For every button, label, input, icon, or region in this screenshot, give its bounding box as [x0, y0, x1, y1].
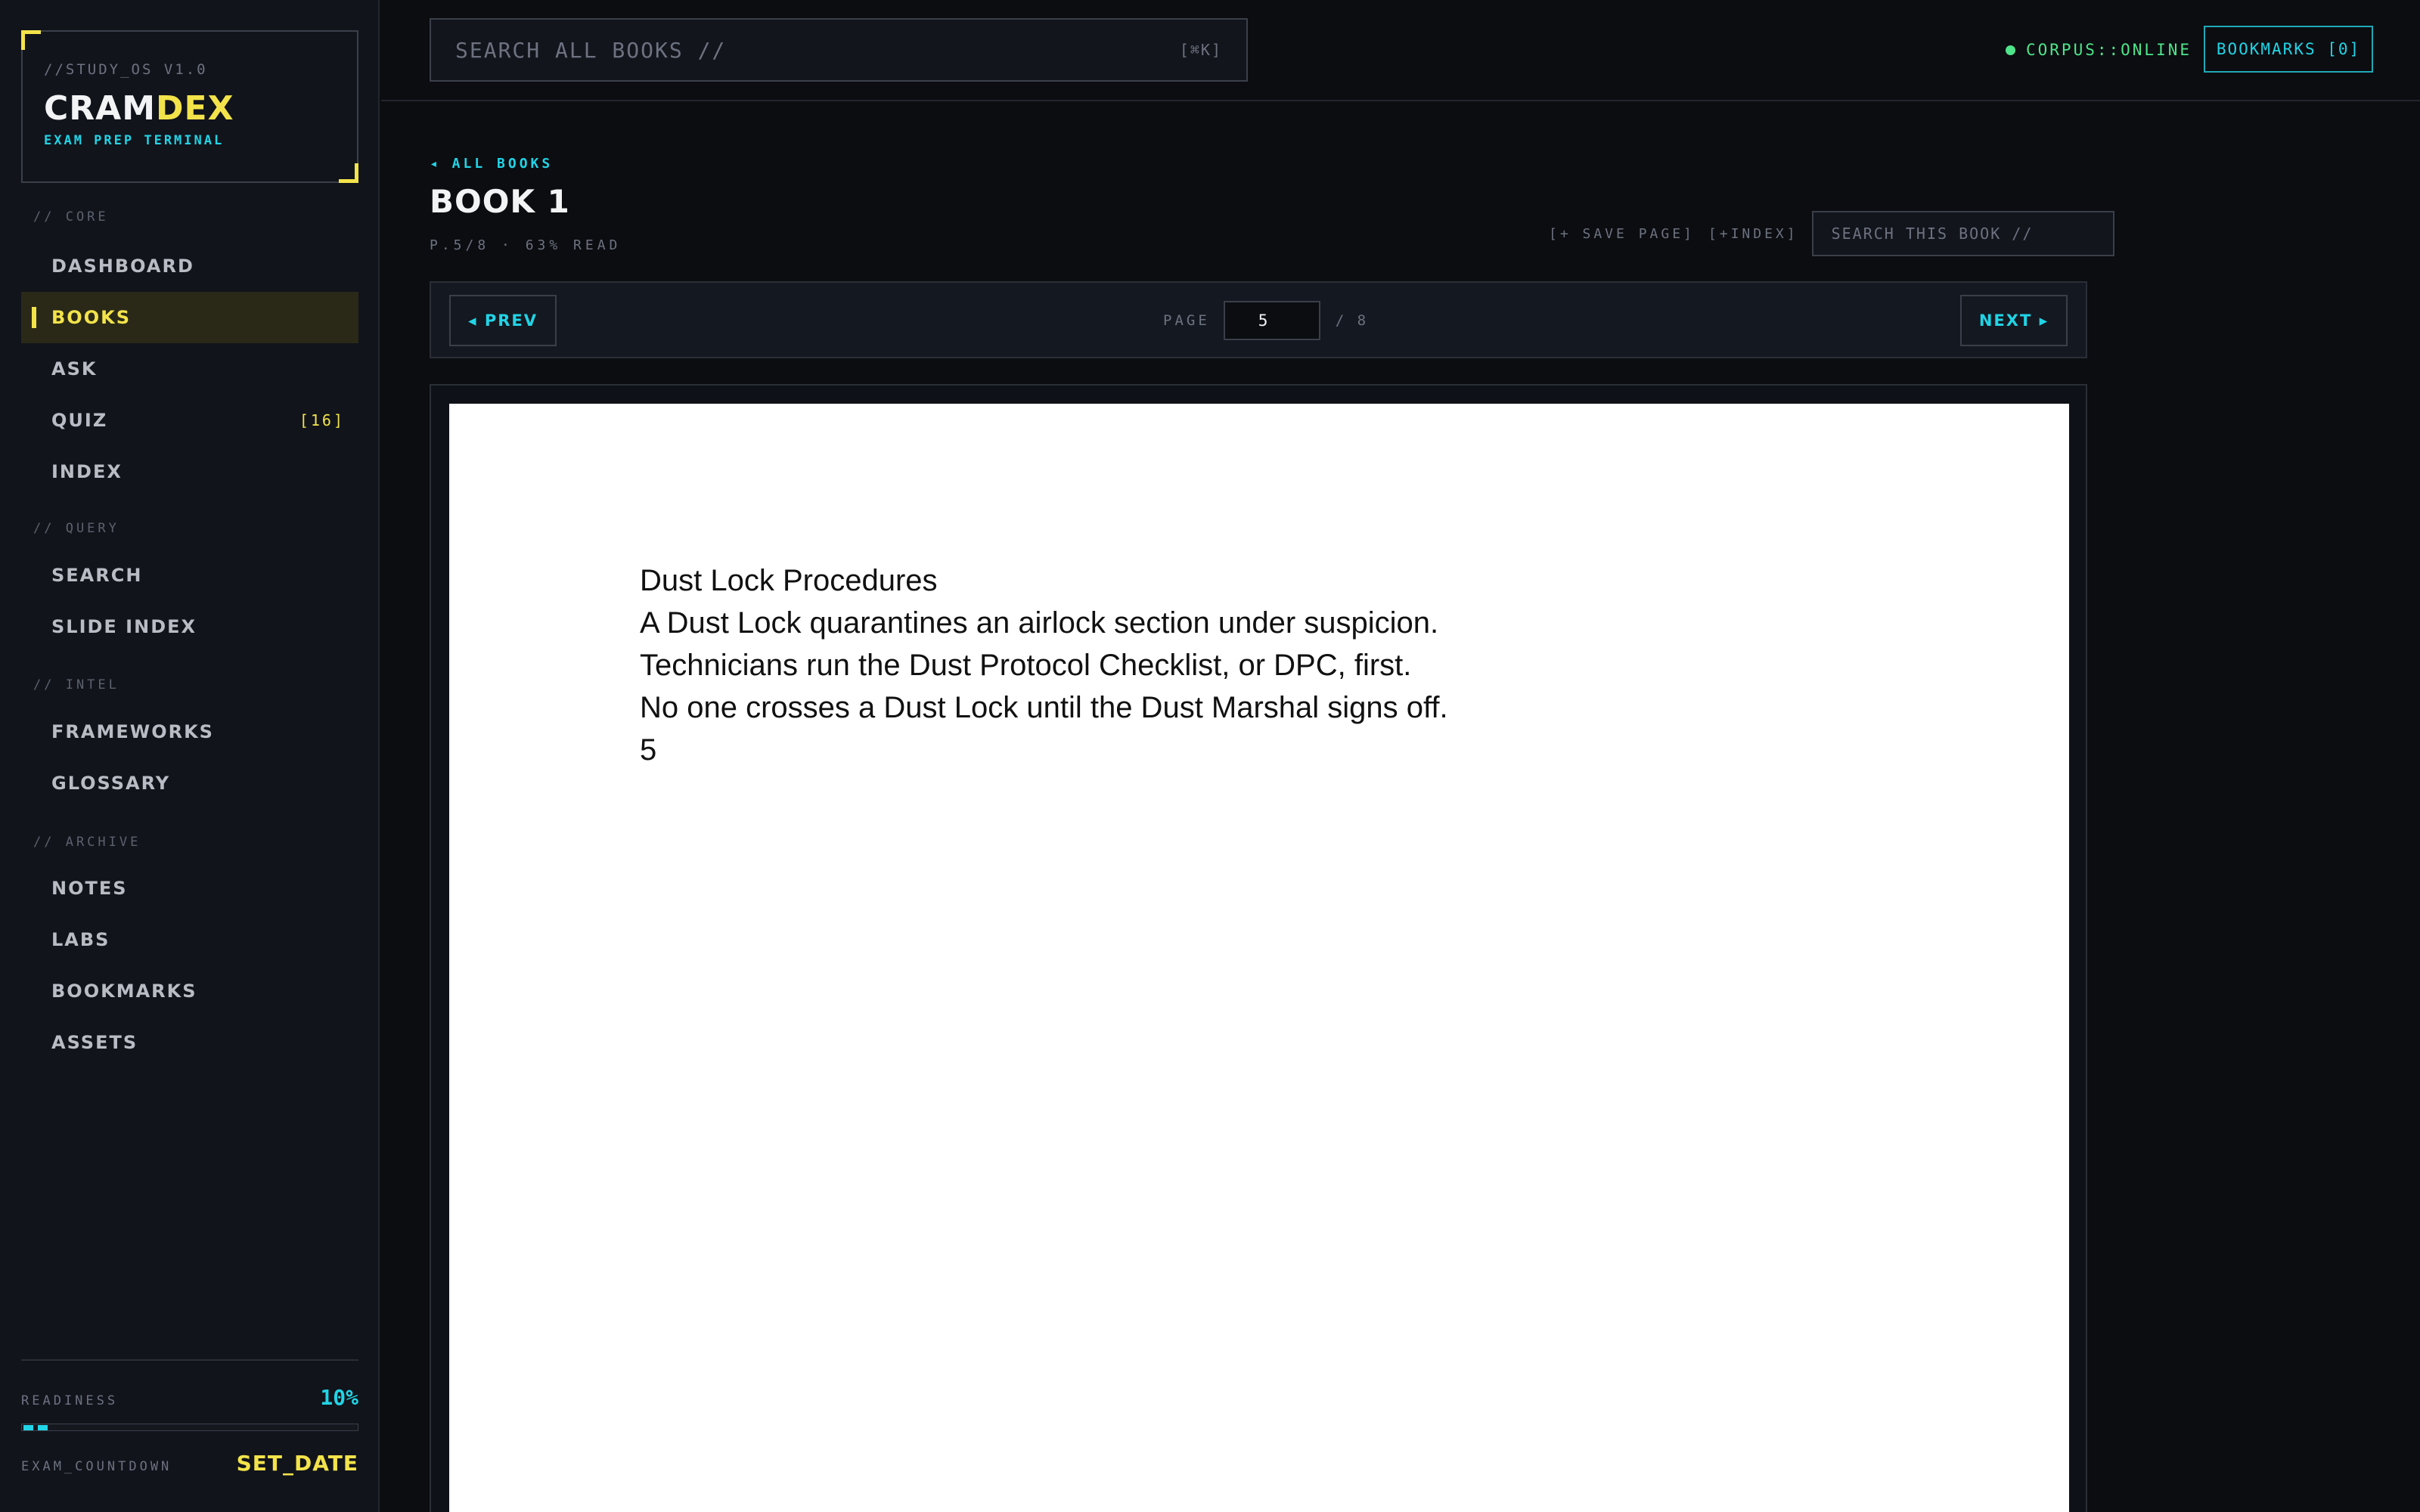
- page-text-line: No one crosses a Dust Lock until the Dus…: [640, 691, 1448, 724]
- page-label: PAGE: [1163, 312, 1210, 329]
- set-date-button[interactable]: SET_DATE: [237, 1451, 358, 1476]
- next-page-button[interactable]: NEXT ▸: [1960, 295, 2068, 346]
- book-search-box[interactable]: [1811, 211, 2114, 256]
- sidebar-item-label: ASSETS: [51, 1032, 138, 1053]
- prev-page-button[interactable]: ◂ PREV: [449, 295, 557, 346]
- readiness-label: READINESS: [21, 1393, 119, 1408]
- brand-subtitle: EXAM PREP TERMINAL: [44, 133, 225, 148]
- brand-logo: CRAMDEX: [44, 88, 357, 130]
- app-root: //STUDY_OS V1.0 CRAMDEX EXAM PREP TERMIN…: [0, 0, 2420, 1512]
- save-page-button[interactable]: [+ SAVE PAGE]: [1549, 226, 1695, 242]
- global-search-box[interactable]: [⌘K]: [430, 18, 1248, 82]
- sidebar-item-quiz[interactable]: QUIZ [16]: [21, 395, 358, 446]
- page-content: Dust Lock Procedures A Dust Lock quarant…: [640, 559, 1448, 771]
- sidebar-item-dashboard[interactable]: DASHBOARD: [21, 240, 358, 292]
- page-heading: Dust Lock Procedures: [640, 564, 938, 597]
- sidebar-item-label: SEARCH: [51, 565, 143, 586]
- book-search-input[interactable]: [1831, 225, 2095, 243]
- sidebar-item-labs[interactable]: LABS: [21, 914, 358, 965]
- nav-section-query: // QUERY: [33, 521, 119, 536]
- divider: [21, 1359, 358, 1361]
- sidebar-item-assets[interactable]: ASSETS: [21, 1017, 358, 1068]
- page-number-footer: 5: [640, 733, 657, 767]
- sidebar-item-index[interactable]: INDEX: [21, 446, 358, 497]
- global-search-input[interactable]: [455, 37, 1136, 63]
- readiness-segment: [38, 1425, 48, 1430]
- sidebar-item-label: INDEX: [51, 461, 123, 482]
- sidebar-item-label: BOOKS: [51, 307, 131, 328]
- sidebar-item-slide-index[interactable]: SLIDE INDEX: [21, 601, 358, 652]
- quiz-count-badge: [16]: [299, 411, 345, 429]
- sidebar-item-label: ASK: [51, 358, 98, 380]
- countdown-row: EXAM_COUNTDOWN SET_DATE: [21, 1451, 358, 1476]
- page-total: / 8: [1335, 312, 1369, 329]
- countdown-label: EXAM_COUNTDOWN: [21, 1459, 172, 1474]
- search-shortcut-hint: [⌘K]: [1179, 41, 1222, 59]
- corner-bracket-decoration: [21, 30, 41, 50]
- sidebar-item-frameworks[interactable]: FRAMEWORKS: [21, 706, 358, 758]
- page-navigator: ◂ PREV PAGE / 8 NEXT ▸: [430, 281, 2087, 358]
- readiness-segment: [23, 1425, 33, 1430]
- sidebar-item-notes[interactable]: NOTES: [21, 863, 358, 914]
- readiness-value: 10%: [320, 1385, 358, 1410]
- brand-name-main: CRAM: [44, 89, 157, 128]
- corner-bracket-decoration: [339, 163, 358, 183]
- brand-block: //STUDY_OS V1.0 CRAMDEX EXAM PREP TERMIN…: [21, 30, 358, 183]
- sidebar-item-label: BOOKMARKS: [51, 981, 197, 1002]
- book-actions: [+ SAVE PAGE] [+INDEX]: [1549, 211, 2114, 256]
- bookmarks-button[interactable]: BOOKMARKS [0]: [2204, 26, 2373, 73]
- sidebar-item-ask[interactable]: ASK: [21, 343, 358, 395]
- page-jump-control: PAGE / 8: [1163, 299, 1368, 342]
- sidebar-item-label: NOTES: [51, 878, 128, 899]
- nav-section-core: // CORE: [33, 209, 109, 225]
- readiness-row: READINESS 10%: [21, 1385, 358, 1410]
- sidebar-item-label: GLOSSARY: [51, 773, 171, 794]
- sidebar-item-label: QUIZ: [51, 410, 108, 431]
- back-to-all-books-link[interactable]: ◂ ALL BOOKS: [430, 156, 553, 172]
- sidebar-item-label: SLIDE INDEX: [51, 616, 197, 637]
- page-sheet: Dust Lock Procedures A Dust Lock quarant…: [449, 404, 2069, 1512]
- status-dot-icon: [2006, 45, 2015, 55]
- book-reader: ◂ ALL BOOKS BOOK 1 P.5/8 · 63% READ [+ S…: [381, 103, 2420, 1512]
- page-text-line: Technicians run the Dust Protocol Checkl…: [640, 649, 1412, 682]
- sidebar: //STUDY_OS V1.0 CRAMDEX EXAM PREP TERMIN…: [0, 0, 380, 1512]
- page-title: BOOK 1: [430, 183, 570, 220]
- reading-progress-meta: P.5/8 · 63% READ: [430, 237, 622, 253]
- topbar: [⌘K] CORPUS::ONLINE BOOKMARKS [0]: [381, 0, 2420, 101]
- sidebar-footer: READINESS 10% EXAM_COUNTDOWN SET_DATE: [21, 1359, 358, 1476]
- status-text: CORPUS::ONLINE: [2026, 41, 2192, 59]
- page-text-line: A Dust Lock quarantines an airlock secti…: [640, 606, 1439, 640]
- corpus-status: CORPUS::ONLINE: [2006, 36, 2192, 64]
- sidebar-item-glossary[interactable]: GLOSSARY: [21, 758, 358, 809]
- sidebar-item-label: FRAMEWORKS: [51, 721, 214, 742]
- nav-section-archive: // ARCHIVE: [33, 835, 141, 850]
- sidebar-item-label: LABS: [51, 929, 110, 950]
- sidebar-item-bookmarks[interactable]: BOOKMARKS: [21, 965, 358, 1017]
- page-number-input[interactable]: [1223, 301, 1320, 340]
- add-index-button[interactable]: [+INDEX]: [1708, 226, 1798, 242]
- brand-version: //STUDY_OS V1.0: [44, 61, 208, 78]
- sidebar-item-label: DASHBOARD: [51, 256, 194, 277]
- sidebar-item-search[interactable]: SEARCH: [21, 550, 358, 601]
- page-viewer[interactable]: Dust Lock Procedures A Dust Lock quarant…: [430, 384, 2087, 1512]
- nav-section-intel: // INTEL: [33, 677, 119, 692]
- readiness-progress-bar: [21, 1424, 358, 1431]
- sidebar-item-books[interactable]: BOOKS: [21, 292, 358, 343]
- brand-name-accent: DEX: [156, 89, 234, 128]
